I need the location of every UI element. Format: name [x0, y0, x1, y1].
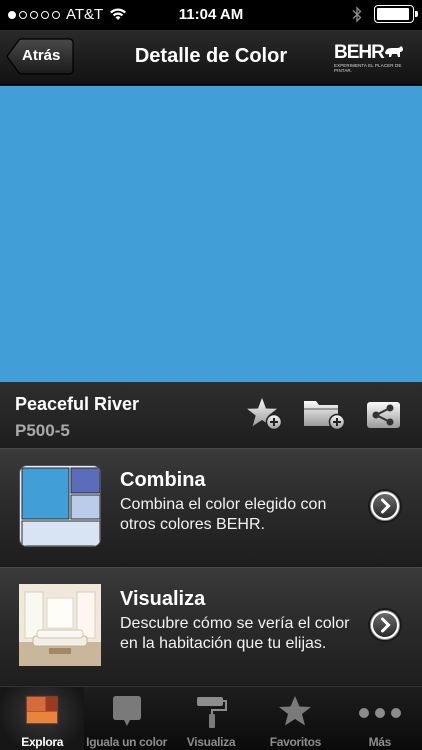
- explore-icon: [25, 695, 59, 725]
- tab-match-color[interactable]: Iguala un color: [84, 687, 168, 750]
- brand-logo: BEHR EXPERIMENTA EL PLACER DE PINTAR.: [334, 42, 404, 74]
- tab-match-color-label: Iguala un color: [86, 735, 167, 749]
- tab-more-label: Más: [368, 735, 392, 749]
- combine-card[interactable]: Combina Combina el color elegido con otr…: [0, 448, 422, 566]
- tab-bar: Explora Iguala un color Visualiza Favori…: [0, 686, 422, 750]
- combine-title: Combina: [120, 469, 206, 491]
- color-name: Peaceful River: [15, 394, 140, 414]
- tab-favorites[interactable]: Favoritos: [253, 687, 337, 750]
- battery-icon: [374, 5, 418, 23]
- combine-description: Combina el color elegido con otros color…: [120, 496, 327, 533]
- color-swatch: [0, 86, 422, 382]
- tab-explore-label: Explora: [21, 735, 64, 749]
- brand-tagline: EXPERIMENTA EL PLACER DE PINTAR.: [334, 63, 402, 73]
- share-icon[interactable]: [366, 396, 402, 432]
- bear-logo-icon: [385, 46, 403, 57]
- status-bar: AT&T 11:04 AM: [0, 0, 422, 30]
- paint-roller-icon: [196, 697, 227, 728]
- visualize-title: Visualiza: [120, 588, 206, 610]
- star-plus-icon[interactable]: [245, 396, 285, 432]
- brand-name: BEHR: [334, 42, 385, 63]
- more-icon: [358, 708, 401, 718]
- room-preview-icon: [19, 584, 101, 666]
- tab-favorites-label: Favoritos: [269, 735, 322, 749]
- match-color-icon: [112, 696, 141, 726]
- color-info-bar: Peaceful River P500-5: [0, 382, 422, 448]
- tab-more[interactable]: Más: [338, 687, 422, 750]
- visualize-description: Descubre cómo se vería el color en la ha…: [120, 615, 350, 652]
- battery-level: [377, 8, 410, 20]
- tab-visualize[interactable]: Visualiza: [169, 687, 253, 750]
- color-code: P500-5: [15, 421, 70, 440]
- tab-explore[interactable]: Explora: [0, 687, 85, 750]
- status-right-group: [352, 5, 418, 23]
- navigation-bar: Atrás Detalle de Color BEHR EXPERIMENTA …: [0, 30, 422, 85]
- chevron-right-icon[interactable]: [370, 491, 400, 521]
- star-icon: [279, 696, 312, 726]
- bluetooth-icon: [352, 5, 362, 23]
- color-palette-icon: [19, 465, 101, 547]
- chevron-right-icon[interactable]: [370, 610, 400, 640]
- visualize-card[interactable]: Visualiza Descubre cómo se vería el colo…: [0, 567, 422, 685]
- tab-visualize-label: Visualiza: [186, 735, 236, 749]
- folder-plus-icon[interactable]: [302, 396, 348, 432]
